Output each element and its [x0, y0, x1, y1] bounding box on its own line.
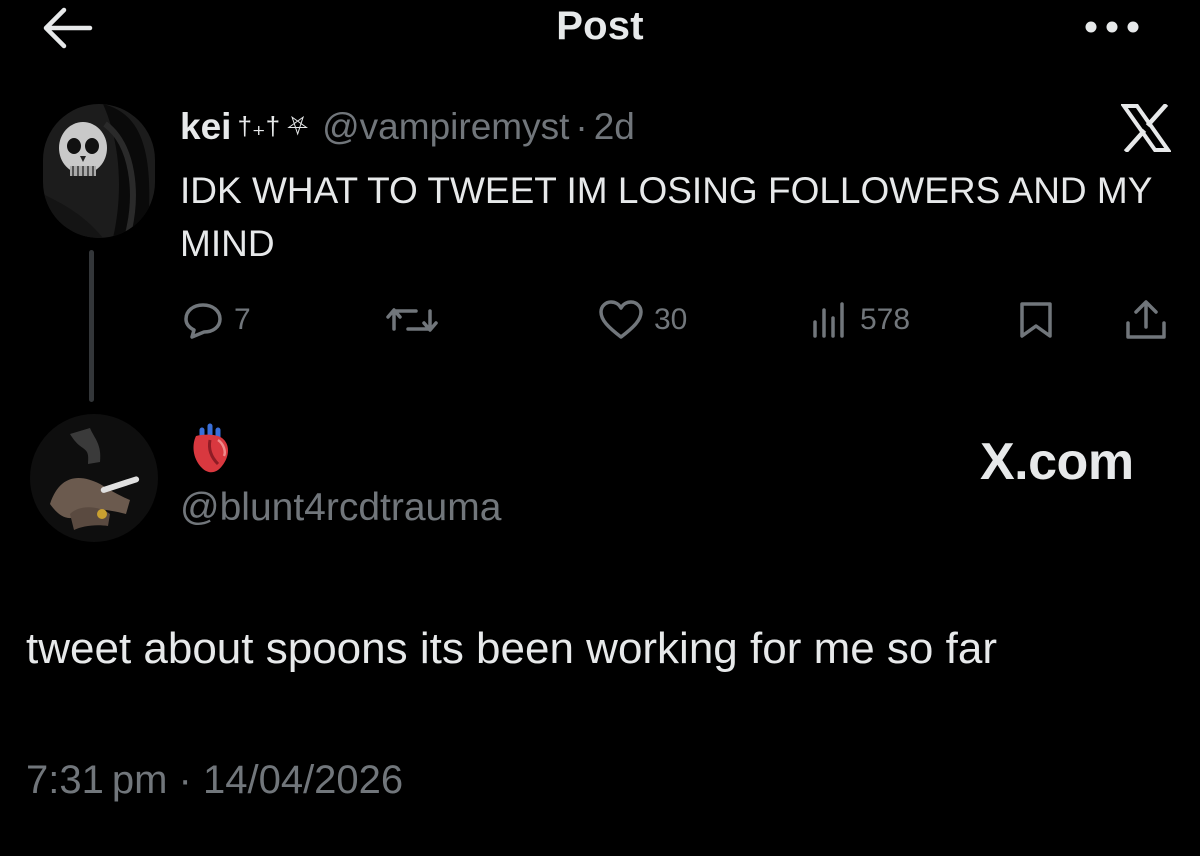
- author-name[interactable]: kei: [180, 106, 231, 148]
- top-bar: Post: [0, 0, 1200, 60]
- post-text: IDK WHAT TO TWEET IM LOSING FOLLOWERS AN…: [180, 170, 1152, 264]
- thread-connector-line: [89, 250, 94, 402]
- author-name-decoration: †₊† ⛧: [237, 111, 309, 141]
- repost-icon: [386, 308, 438, 332]
- avatar-image: [43, 104, 155, 238]
- bookmark-icon: [1020, 302, 1052, 338]
- post-time-ago[interactable]: 2d: [594, 106, 635, 148]
- separator-dot: ·: [575, 106, 588, 147]
- reply-post-text: tweet about spoons its been working for …: [26, 624, 997, 673]
- reply-avatar[interactable]: [30, 414, 158, 542]
- reply-count: 7: [234, 303, 251, 336]
- share-icon: [1126, 300, 1166, 339]
- view-count: 578: [860, 303, 911, 336]
- anatomical-heart-icon: [188, 422, 232, 478]
- x-com-watermark: X.com: [980, 433, 1134, 491]
- reply-icon: [184, 303, 222, 339]
- heart-icon: [599, 300, 643, 339]
- analytics-icon: [813, 302, 844, 338]
- repost-action[interactable]: [386, 300, 448, 340]
- share-action[interactable]: [1124, 300, 1168, 340]
- avatar[interactable]: [43, 104, 155, 238]
- views-action[interactable]: 578: [810, 300, 910, 340]
- bookmark-action[interactable]: [1016, 300, 1056, 340]
- post-timestamp[interactable]: 7:31 pm · 14/04/2026: [26, 758, 403, 803]
- page-title: Post: [556, 4, 644, 48]
- like-count: 30: [654, 303, 688, 336]
- x-logo-button[interactable]: [1118, 100, 1174, 156]
- more-horizontal-icon: [1085, 21, 1139, 33]
- reply-action[interactable]: 7: [182, 300, 251, 340]
- reply-author-handle[interactable]: @blunt4rcdtrauma: [180, 486, 501, 530]
- post-author-header: kei †₊† ⛧ @vampiremyst · 2d: [180, 106, 635, 148]
- more-options-button[interactable]: [1080, 2, 1144, 52]
- like-action[interactable]: 30: [598, 300, 687, 340]
- reply-avatar-image: [30, 414, 158, 542]
- author-handle[interactable]: @vampiremyst: [322, 106, 569, 148]
- x-logo-icon: [1121, 104, 1171, 152]
